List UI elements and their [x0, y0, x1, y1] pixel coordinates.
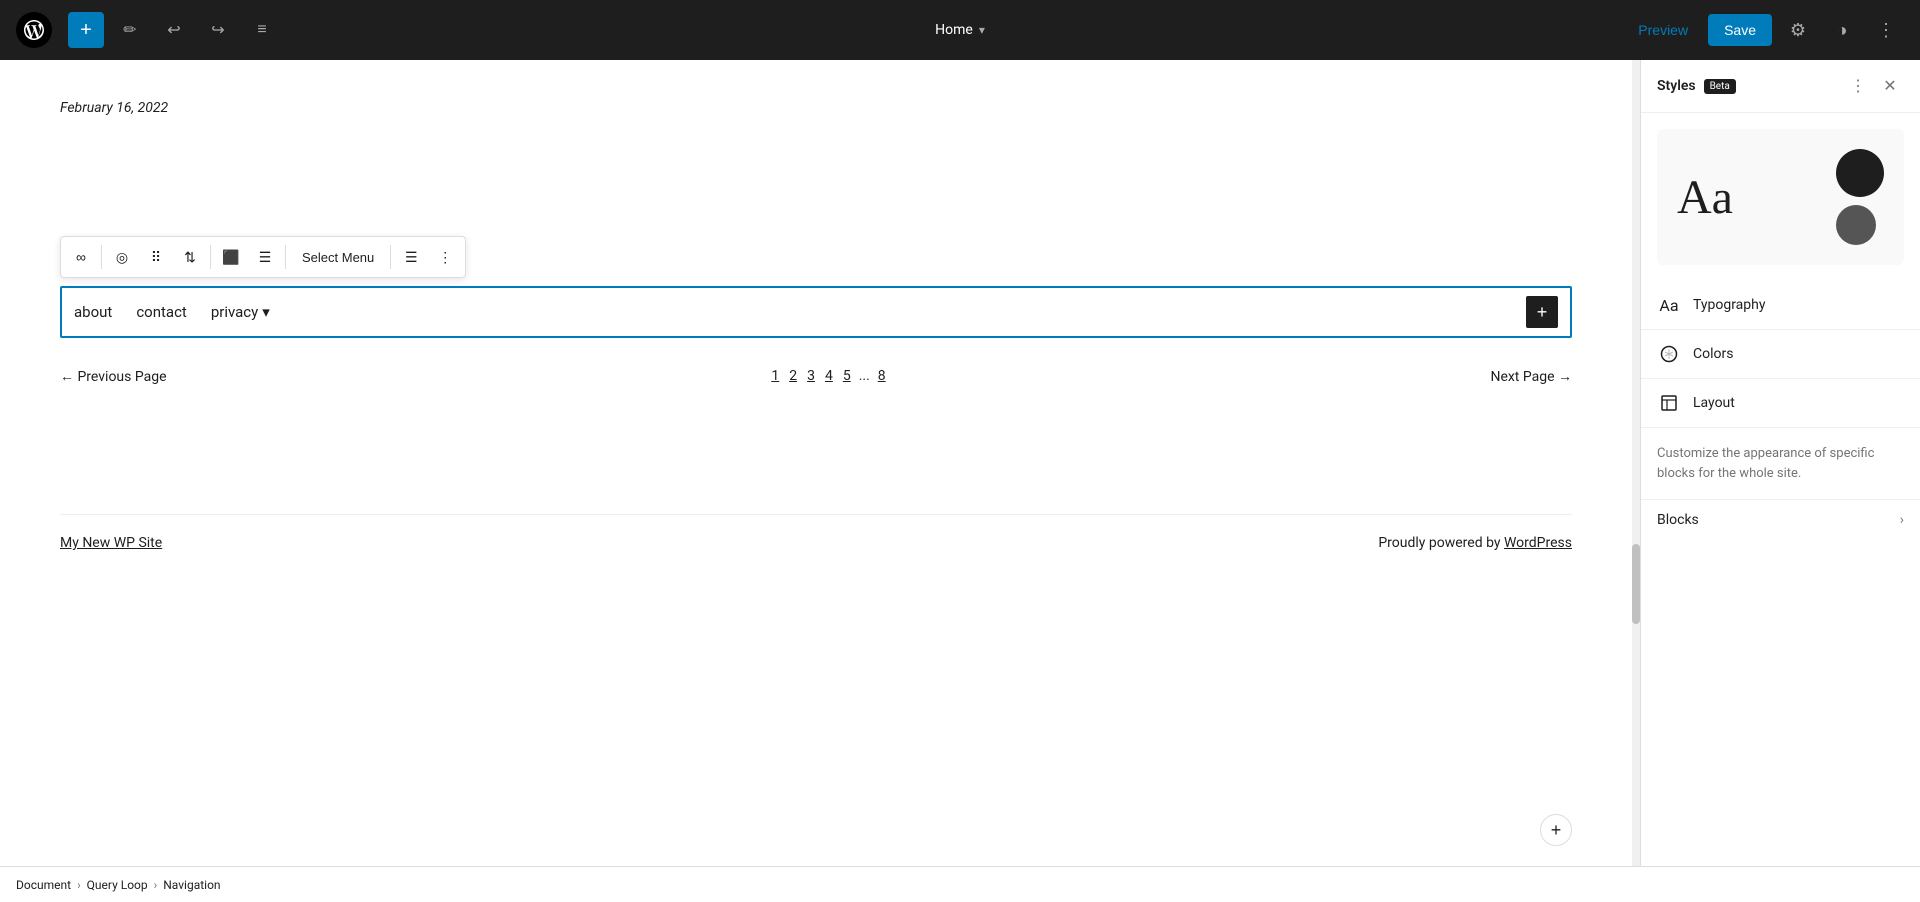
redo-button[interactable]: ↪	[200, 12, 236, 48]
panel-close-button[interactable]: ✕	[1876, 72, 1904, 100]
layout-icon	[1657, 391, 1681, 415]
style-preview-card: Aa	[1657, 129, 1904, 265]
page-4-link[interactable]: 4	[821, 366, 837, 386]
powered-by-text: Proudly powered by	[1378, 535, 1504, 551]
panel-header: Styles Beta ⋮ ✕	[1641, 60, 1920, 113]
toolbar-divider-4	[390, 245, 391, 269]
pagination-numbers: 1 2 3 4 5 ... 8	[767, 366, 889, 386]
more-options-button[interactable]: ⋮	[1868, 12, 1904, 48]
canvas-area: February 16, 2022 ∞ ◎ ⠿ ⇅ ⬛ ☰ Select Men…	[0, 60, 1632, 866]
text-align-button[interactable]: ☰	[395, 241, 427, 273]
site-footer: My New WP Site Proudly powered by WordPr…	[60, 514, 1572, 551]
breadcrumb-bar: Document › Query Loop › Navigation	[0, 866, 1920, 902]
list-view-button[interactable]: ≡	[244, 12, 280, 48]
preview-button[interactable]: Preview	[1626, 16, 1700, 44]
justify-left-button[interactable]: ⬛	[215, 241, 247, 273]
nav-link-contact[interactable]: contact	[136, 303, 187, 321]
edit-tool-button[interactable]: ✏	[112, 12, 148, 48]
navigation-block[interactable]: about contact privacy ▾ +	[60, 286, 1572, 338]
page-title: Home	[935, 22, 973, 38]
panel-title: Styles	[1657, 78, 1696, 94]
scrollbar-thumb[interactable]	[1632, 544, 1640, 624]
canvas-scrollbar[interactable]	[1632, 60, 1640, 866]
blocks-chevron-icon: ›	[1900, 512, 1904, 528]
select-menu-button[interactable]: Select Menu	[290, 241, 386, 273]
main-container: February 16, 2022 ∞ ◎ ⠿ ⇅ ⬛ ☰ Select Men…	[0, 60, 1920, 866]
panel-header-icons: ⋮ ✕	[1844, 72, 1904, 100]
wordpress-link[interactable]: WordPress	[1504, 535, 1572, 551]
typography-icon: Aa	[1657, 293, 1681, 317]
typography-menu-item[interactable]: Aa Typography	[1641, 281, 1920, 330]
canvas-inner: February 16, 2022 ∞ ◎ ⠿ ⇅ ⬛ ☰ Select Men…	[0, 60, 1632, 866]
toolbar-right: Preview Save ⚙ ◑ ⋮	[1626, 12, 1904, 48]
footer-site-link[interactable]: My New WP Site	[60, 535, 162, 551]
more-block-options-button[interactable]: ⋮	[429, 241, 461, 273]
toolbar-center: Home ▾	[935, 22, 985, 38]
info-button[interactable]: ◎	[106, 241, 138, 273]
nav-link-privacy[interactable]: privacy ▾	[211, 303, 270, 321]
blocks-menu-item[interactable]: Blocks ›	[1641, 499, 1920, 540]
colors-icon	[1657, 342, 1681, 366]
colors-label: Colors	[1693, 346, 1733, 362]
pagination-ellipsis: ...	[857, 366, 872, 386]
style-circle-large	[1836, 149, 1884, 197]
page-3-link[interactable]: 3	[803, 366, 819, 386]
page-2-link[interactable]: 2	[785, 366, 801, 386]
breadcrumb-document[interactable]: Document	[16, 878, 71, 892]
next-page-link[interactable]: Next Page →	[1490, 368, 1572, 385]
nav-links-container: about contact privacy ▾	[74, 303, 270, 321]
breadcrumb-navigation: Navigation	[163, 878, 220, 892]
breadcrumb-sep-2: ›	[154, 878, 158, 892]
top-toolbar: + ✏ ↩ ↪ ≡ Home ▾ Preview Save ⚙ ◑ ⋮	[0, 0, 1920, 60]
privacy-chevron-icon: ▾	[262, 303, 270, 321]
move-up-down-button[interactable]: ⇅	[174, 241, 206, 273]
panel-description: Customize the appearance of specific blo…	[1641, 428, 1920, 499]
page-1-link[interactable]: 1	[767, 366, 783, 386]
layout-label: Layout	[1693, 395, 1735, 411]
save-button[interactable]: Save	[1708, 14, 1772, 46]
styles-panel: Styles Beta ⋮ ✕ Aa Aa Typography	[1640, 60, 1920, 866]
footer-powered-text: Proudly powered by WordPress	[1378, 535, 1572, 551]
block-toolbar: ∞ ◎ ⠿ ⇅ ⬛ ☰ Select Menu ☰ ⋮	[60, 236, 466, 278]
settings-button[interactable]: ⚙	[1780, 12, 1816, 48]
blocks-label: Blocks	[1657, 512, 1699, 528]
drag-handle-button[interactable]: ⠿	[140, 241, 172, 273]
previous-page-link[interactable]: ← Previous Page	[60, 368, 167, 385]
page-5-link[interactable]: 5	[839, 366, 855, 386]
post-date: February 16, 2022	[60, 100, 1572, 116]
page-title-chevron-icon: ▾	[979, 23, 985, 37]
undo-button[interactable]: ↩	[156, 12, 192, 48]
style-preview-circles	[1836, 149, 1884, 245]
pagination-row: ← Previous Page 1 2 3 4 5 ... 8 Next Pag…	[60, 358, 1572, 394]
nav-link-icon-button[interactable]: ∞	[65, 241, 97, 273]
breadcrumb-query-loop[interactable]: Query Loop	[87, 878, 148, 892]
page-8-link[interactable]: 8	[874, 366, 890, 386]
style-circle-small	[1836, 205, 1876, 245]
wp-logo[interactable]	[16, 12, 52, 48]
add-block-bottom-button[interactable]: +	[1540, 814, 1572, 846]
style-preview-text: Aa	[1677, 170, 1733, 225]
breadcrumb-sep-1: ›	[77, 878, 81, 892]
typography-label: Typography	[1693, 297, 1765, 313]
theme-toggle-button[interactable]: ◑	[1824, 12, 1860, 48]
nav-add-item-button[interactable]: +	[1526, 296, 1558, 328]
toolbar-divider-3	[285, 245, 286, 269]
align-center-button[interactable]: ☰	[249, 241, 281, 273]
colors-menu-item[interactable]: Colors	[1641, 330, 1920, 379]
toolbar-divider-2	[210, 245, 211, 269]
layout-menu-item[interactable]: Layout	[1641, 379, 1920, 428]
nav-link-about[interactable]: about	[74, 303, 112, 321]
add-block-button[interactable]: +	[68, 12, 104, 48]
toolbar-divider-1	[101, 245, 102, 269]
panel-more-options-button[interactable]: ⋮	[1844, 72, 1872, 100]
wp-logo-icon	[24, 20, 44, 40]
panel-beta-badge: Beta	[1704, 79, 1736, 94]
